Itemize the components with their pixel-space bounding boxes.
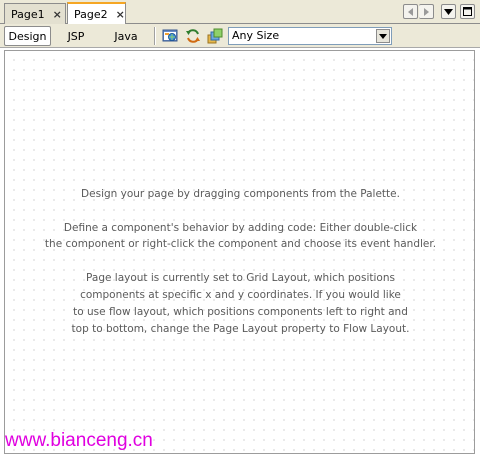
close-icon[interactable]: ×: [53, 9, 62, 20]
chevron-left-icon: [407, 7, 413, 16]
jsp-view-button[interactable]: JSP: [58, 26, 94, 46]
maximize-icon: [463, 7, 472, 16]
canvas-hint-line: to use flow layout, which positions comp…: [73, 306, 408, 318]
canvas-hint-line: Design your page by dragging components …: [81, 188, 400, 200]
scroll-tabs-left-button[interactable]: [403, 4, 418, 19]
java-view-button[interactable]: Java: [106, 26, 146, 46]
dropdown-button[interactable]: [376, 29, 390, 43]
tab-page2[interactable]: Page2 ×: [67, 2, 126, 24]
maximize-window-button[interactable]: [460, 4, 475, 19]
editor-toolbar: Design JSP Java Any Size: [0, 24, 480, 48]
chevron-down-icon: [444, 9, 453, 15]
canvas-hint-line: Page layout is currently set to Grid Lay…: [86, 272, 395, 284]
show-virtual-forms-icon[interactable]: [207, 28, 223, 44]
editor-tab-bar: Page1 × Page2 ×: [0, 0, 480, 24]
target-size-value: Any Size: [232, 29, 280, 42]
preview-in-browser-icon[interactable]: [162, 28, 178, 44]
design-view-button[interactable]: Design: [4, 26, 51, 46]
tab-label: Page2: [74, 7, 108, 21]
canvas-hint-line: Define a component's behavior by adding …: [63, 222, 418, 234]
canvas-hint-line: top to bottom, change the Page Layout pr…: [71, 323, 410, 335]
canvas-hint-line: components at specific x and y coordinat…: [80, 289, 401, 301]
design-canvas[interactable]: Design your page by dragging components …: [4, 50, 475, 454]
target-size-select[interactable]: Any Size: [228, 27, 392, 45]
tab-page1[interactable]: Page1 ×: [4, 3, 66, 24]
chevron-down-icon: [379, 33, 387, 39]
canvas-hint-line: the component or right-click the compone…: [44, 238, 437, 250]
tab-label: Page1: [11, 7, 45, 21]
watermark: www.bianceng.cn: [5, 430, 153, 451]
refresh-icon[interactable]: [185, 28, 201, 44]
chevron-right-icon: [424, 7, 429, 16]
scroll-tabs-right-button[interactable]: [419, 4, 434, 19]
show-opened-documents-button[interactable]: [441, 4, 456, 19]
close-icon[interactable]: ×: [116, 9, 125, 20]
toolbar-separator: [154, 27, 155, 45]
